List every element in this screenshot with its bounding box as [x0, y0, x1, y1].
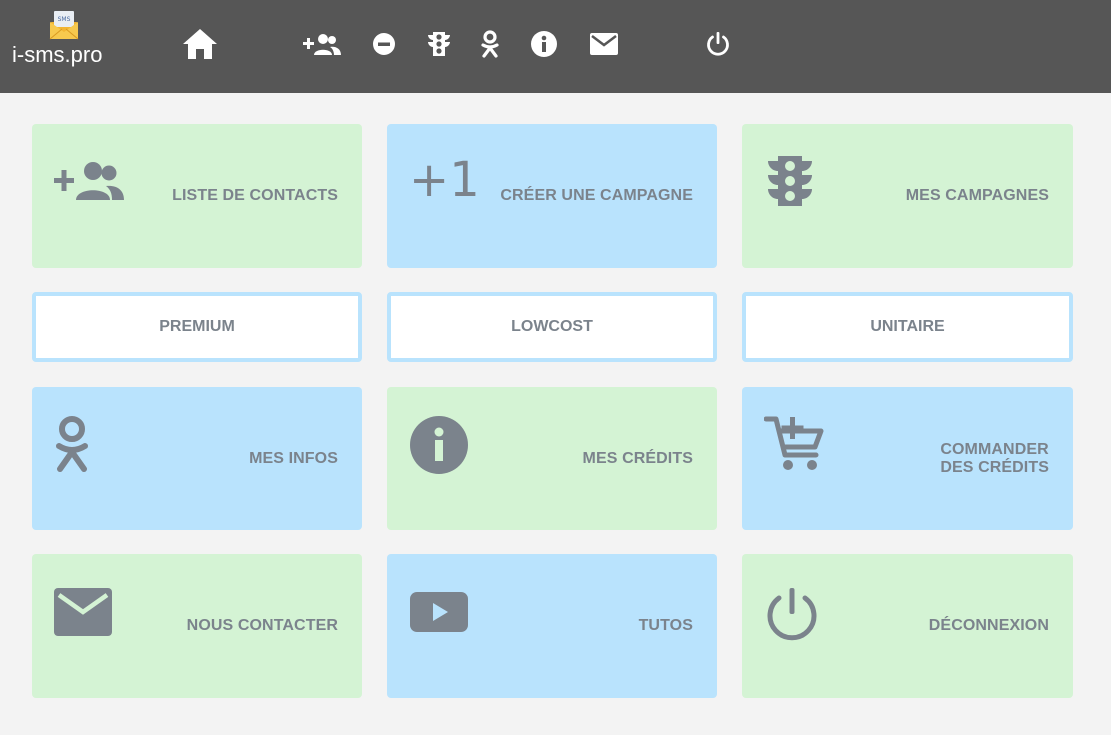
tile-label: MES INFOS [249, 449, 338, 467]
envelope-sms-icon: SMS [49, 11, 79, 40]
minus-circle-icon[interactable] [372, 24, 396, 64]
mail-icon [54, 588, 112, 641]
tile-contact-us[interactable]: NOUS CONTACTER [32, 554, 362, 698]
tile-label: COMMANDER DES CRÉDITS [940, 387, 1049, 530]
add-contacts-icon[interactable] [302, 24, 342, 64]
tile-label: LISTE DE CONTACTS [172, 187, 338, 204]
svg-text:SMS: SMS [58, 16, 71, 23]
power-icon [764, 586, 820, 647]
tile-label: MES CRÉDITS [582, 449, 693, 467]
tile-logout[interactable]: DÉCONNEXION [742, 554, 1073, 698]
youtube-icon [410, 592, 468, 637]
tile-label-line1: COMMANDER [940, 440, 1049, 458]
tile-label: CRÉER UNE CAMPAGNE [500, 187, 693, 204]
info-icon [409, 415, 469, 480]
add-to-cart-icon [763, 413, 826, 480]
tile-my-campaigns[interactable]: MES CAMPAGNES [742, 124, 1073, 268]
plan-premium-button[interactable]: PREMIUM [32, 292, 362, 362]
mail-icon[interactable] [589, 24, 619, 64]
tile-my-infos[interactable]: MES INFOS [32, 387, 362, 530]
tile-contacts[interactable]: LISTE DE CONTACTS [32, 124, 362, 268]
top-navbar: SMS i-sms.pro [0, 0, 1111, 93]
odnoklassniki-icon[interactable] [480, 24, 500, 64]
power-icon[interactable] [704, 24, 732, 64]
home-icon[interactable] [180, 24, 220, 64]
tile-tutos[interactable]: TUTOS [387, 554, 717, 698]
brand-name: i-sms.pro [12, 42, 103, 67]
tile-order-credits[interactable]: COMMANDER DES CRÉDITS [742, 387, 1073, 530]
plus-one-icon: +1 [409, 152, 480, 208]
odnoklassniki-icon [54, 415, 90, 480]
tile-my-credits[interactable]: MES CRÉDITS [387, 387, 717, 530]
tile-label: DÉCONNEXION [928, 617, 1049, 634]
tile-create-campaign[interactable]: +1 CRÉER UNE CAMPAGNE [387, 124, 717, 268]
tile-label: MES CAMPAGNES [905, 187, 1049, 204]
tile-label: NOUS CONTACTER [186, 617, 338, 634]
traffic-light-icon [766, 154, 814, 213]
info-icon[interactable] [530, 24, 558, 64]
plan-lowcost-button[interactable]: LOWCOST [387, 292, 717, 362]
plan-unitaire-button[interactable]: UNITAIRE [742, 292, 1073, 362]
tile-label-line2: DES CRÉDITS [940, 458, 1049, 476]
brand[interactable]: SMS i-sms.pro [12, 8, 116, 68]
add-contacts-icon [54, 160, 126, 207]
tile-label: TUTOS [638, 617, 693, 634]
traffic-light-icon[interactable] [427, 24, 451, 64]
